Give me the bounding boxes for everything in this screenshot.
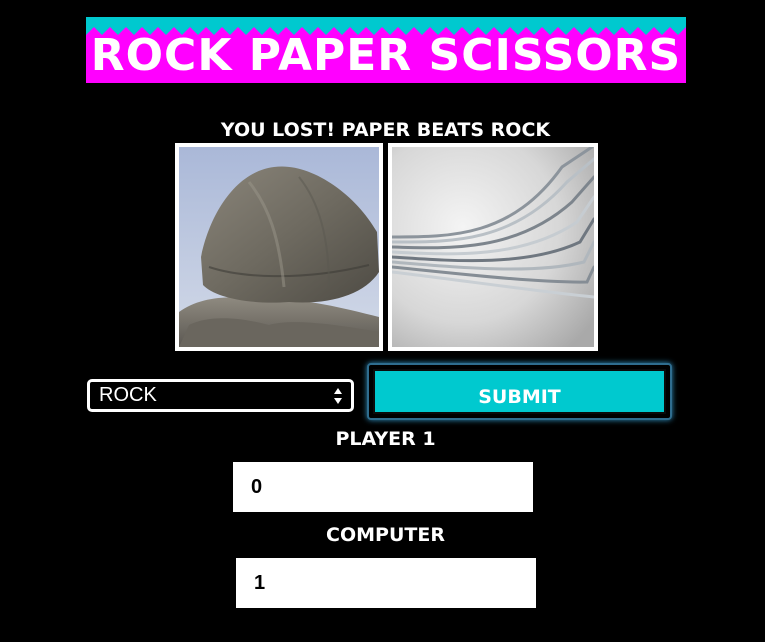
submit-button-focus-ring: SUBMIT bbox=[367, 363, 672, 420]
choice-select[interactable]: ROCK bbox=[87, 379, 354, 412]
computer-score-field: 1 bbox=[236, 558, 536, 608]
title-banner: ROCK PAPER SCISSORS bbox=[86, 17, 686, 83]
player-label: PLAYER 1 bbox=[335, 428, 436, 450]
result-message: YOU LOST! PAPER BEATS ROCK bbox=[220, 119, 551, 141]
player-choice-frame bbox=[175, 143, 383, 351]
computer-label: COMPUTER bbox=[326, 524, 445, 546]
choice-select-value: ROCK bbox=[99, 384, 157, 406]
paper-image bbox=[392, 147, 594, 347]
rock-image bbox=[179, 147, 379, 347]
player-score-field: 0 bbox=[233, 462, 533, 512]
computer-choice-frame bbox=[388, 143, 598, 351]
game-page: ROCK PAPER SCISSORS YOU LOST! PAPER BEAT… bbox=[0, 0, 765, 642]
page-title: ROCK PAPER SCISSORS bbox=[90, 30, 682, 81]
submit-button[interactable]: SUBMIT bbox=[373, 369, 666, 414]
select-arrows-icon bbox=[334, 388, 342, 404]
